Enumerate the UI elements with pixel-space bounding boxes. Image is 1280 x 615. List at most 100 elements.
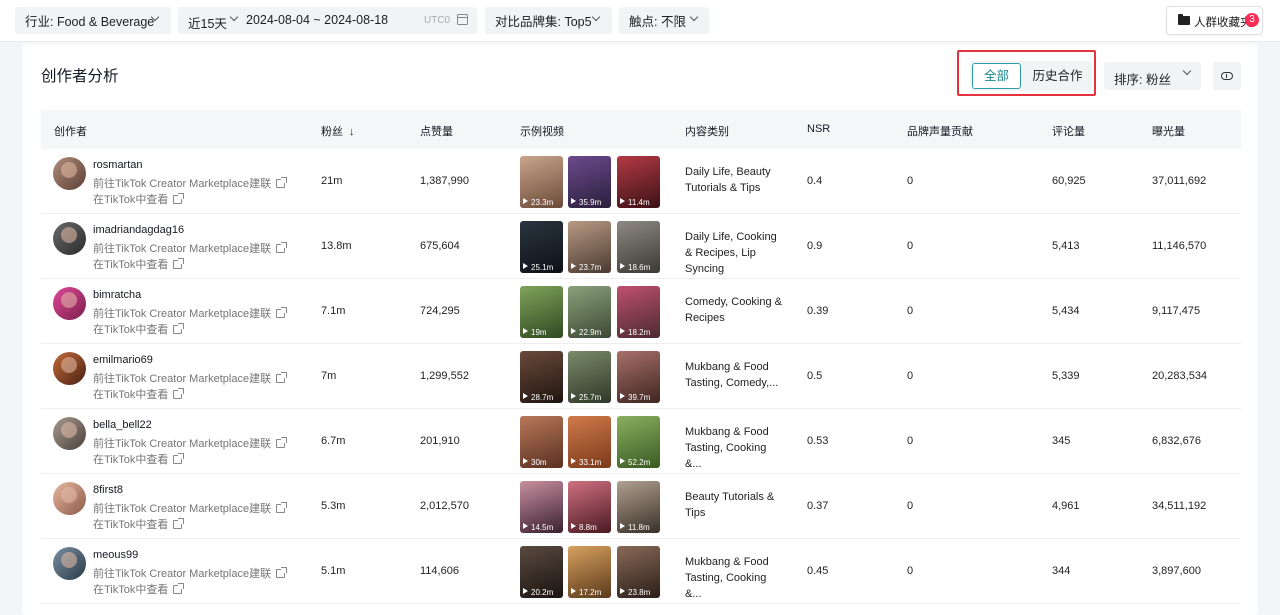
category-value: Beauty Tutorials & Tips (685, 491, 775, 519)
play-icon (620, 523, 625, 529)
nsr-value: 0.9 (807, 240, 823, 252)
table-row: imadriandagdag16 前往TikTok Creator Market… (41, 214, 1241, 279)
touchpoint-filter[interactable]: 触点: 不限 (619, 7, 709, 34)
marketplace-link-label: 前往TikTok Creator Marketplace建联 (93, 503, 272, 515)
creator-handle[interactable]: imadriandagdag16 (93, 224, 184, 236)
tiktok-link[interactable]: 在TikTok中查看 (93, 451, 185, 467)
play-icon (523, 523, 528, 529)
video-views: 22.9m (579, 328, 602, 337)
creator-handle[interactable]: bella_bell22 (93, 419, 152, 431)
creator-handle[interactable]: emilmario69 (93, 354, 153, 366)
segment-history-collab[interactable]: 历史合作 (1025, 63, 1090, 89)
video-thumbnail[interactable]: 25.7m (568, 351, 611, 403)
creator-handle[interactable]: bimratcha (93, 289, 141, 301)
tiktok-link[interactable]: 在TikTok中查看 (93, 256, 185, 272)
calendar-icon (457, 14, 468, 25)
industry-filter[interactable]: 行业: Food & Beverage (15, 7, 171, 34)
video-thumbnail[interactable]: 25.1m (520, 221, 563, 273)
tiktok-link-label: 在TikTok中查看 (93, 584, 169, 596)
tiktok-link[interactable]: 在TikTok中查看 (93, 516, 185, 532)
avatar[interactable] (53, 287, 86, 320)
video-thumbnail[interactable]: 23.8m (617, 546, 660, 598)
video-views: 23.7m (579, 263, 602, 272)
followers-value: 5.1m (321, 565, 346, 577)
video-thumbnail[interactable]: 23.3m (520, 156, 563, 208)
nsr-value: 0.5 (807, 370, 823, 382)
creator-handle[interactable]: 8first8 (93, 484, 123, 496)
nsr-value: 0.39 (807, 305, 829, 317)
play-icon (620, 458, 625, 464)
tiktok-link-label: 在TikTok中查看 (93, 389, 169, 401)
header-followers[interactable]: 粉丝 ↓ (321, 123, 355, 139)
video-thumbnail[interactable]: 20.2m (520, 546, 563, 598)
header-brand-voice: 品牌声量贡献 (907, 126, 973, 138)
video-thumbnail[interactable]: 33.1m (568, 416, 611, 468)
video-views: 25.1m (531, 263, 554, 272)
avatar[interactable] (53, 417, 86, 450)
video-thumbnail[interactable]: 14.5m (520, 481, 563, 533)
marketplace-link[interactable]: 前往TikTok Creator Marketplace建联 (93, 565, 288, 581)
followers-value: 13.8m (321, 240, 352, 252)
marketplace-link[interactable]: 前往TikTok Creator Marketplace建联 (93, 435, 288, 451)
creator-handle[interactable]: meous99 (93, 549, 138, 561)
marketplace-link[interactable]: 前往TikTok Creator Marketplace建联 (93, 500, 288, 516)
video-thumbnail[interactable]: 8.8m (568, 481, 611, 533)
avatar[interactable] (53, 222, 86, 255)
download-button[interactable] (1213, 62, 1241, 90)
video-views: 35.9m (579, 198, 602, 207)
segment-all[interactable]: 全部 (972, 63, 1021, 89)
avatar[interactable] (53, 352, 86, 385)
video-thumbnail[interactable]: 30m (520, 416, 563, 468)
table-row: bimratcha 前往TikTok Creator Marketplace建联… (41, 279, 1241, 344)
followers-value: 5.3m (321, 500, 346, 512)
audience-favorites-button[interactable]: 人群收藏夹 3 (1166, 6, 1263, 35)
impressions-value: 20,283,534 (1152, 370, 1208, 382)
marketplace-link-label: 前往TikTok Creator Marketplace建联 (93, 178, 272, 190)
video-thumbnail[interactable]: 18.6m (617, 221, 660, 273)
video-thumbnail[interactable]: 52.2m (617, 416, 660, 468)
creator-handle[interactable]: rosmartan (93, 159, 143, 171)
external-link-icon (173, 388, 185, 399)
section-title: 创作者分析 (41, 68, 119, 85)
table-row: rosmartan 前往TikTok Creator Marketplace建联… (41, 149, 1241, 214)
brand-set-filter[interactable]: 对比品牌集: Top5 (485, 7, 612, 34)
video-views: 19m (531, 328, 547, 337)
video-thumbnail[interactable]: 11.4m (617, 156, 660, 208)
video-thumbnail[interactable]: 28.7m (520, 351, 563, 403)
table-header: 创作者 粉丝 ↓ 点赞量 示例视频 内容类别 NSR 品牌声量贡献 评论量 曝光量 (41, 110, 1241, 149)
video-thumbnail[interactable]: 11.8m (617, 481, 660, 533)
followers-value: 7.1m (321, 305, 346, 317)
video-thumbnail[interactable]: 35.9m (568, 156, 611, 208)
video-views: 11.8m (628, 523, 650, 532)
tiktok-link[interactable]: 在TikTok中查看 (93, 191, 185, 207)
header-comments: 评论量 (1052, 126, 1085, 138)
video-thumbnail[interactable]: 19m (520, 286, 563, 338)
marketplace-link[interactable]: 前往TikTok Creator Marketplace建联 (93, 305, 288, 321)
header-likes: 点赞量 (420, 126, 453, 138)
marketplace-link[interactable]: 前往TikTok Creator Marketplace建联 (93, 175, 288, 191)
tiktok-link[interactable]: 在TikTok中查看 (93, 581, 185, 597)
avatar[interactable] (53, 547, 86, 580)
video-thumbnail[interactable]: 18.2m (617, 286, 660, 338)
play-icon (523, 588, 528, 594)
external-link-icon (276, 372, 288, 383)
video-thumbnail[interactable]: 39.7m (617, 351, 660, 403)
marketplace-link[interactable]: 前往TikTok Creator Marketplace建联 (93, 370, 288, 386)
tiktok-link[interactable]: 在TikTok中查看 (93, 386, 185, 402)
video-thumbnail[interactable]: 22.9m (568, 286, 611, 338)
play-icon (523, 393, 528, 399)
video-thumbnail[interactable]: 17.2m (568, 546, 611, 598)
sort-select[interactable]: 排序: 粉丝 (1104, 62, 1201, 90)
video-views: 23.3m (531, 198, 554, 207)
touchpoint-label: 触点: 不限 (629, 15, 686, 29)
play-icon (620, 198, 625, 204)
avatar[interactable] (53, 482, 86, 515)
video-views: 39.7m (628, 393, 651, 402)
tiktok-link[interactable]: 在TikTok中查看 (93, 321, 185, 337)
date-range-filter[interactable]: 近15天 2024-08-04 ~ 2024-08-18 UTC0 (178, 7, 477, 34)
play-icon (571, 588, 576, 594)
video-thumbnail[interactable]: 23.7m (568, 221, 611, 273)
avatar[interactable] (53, 157, 86, 190)
video-views: 18.2m (628, 328, 651, 337)
marketplace-link[interactable]: 前往TikTok Creator Marketplace建联 (93, 240, 288, 256)
